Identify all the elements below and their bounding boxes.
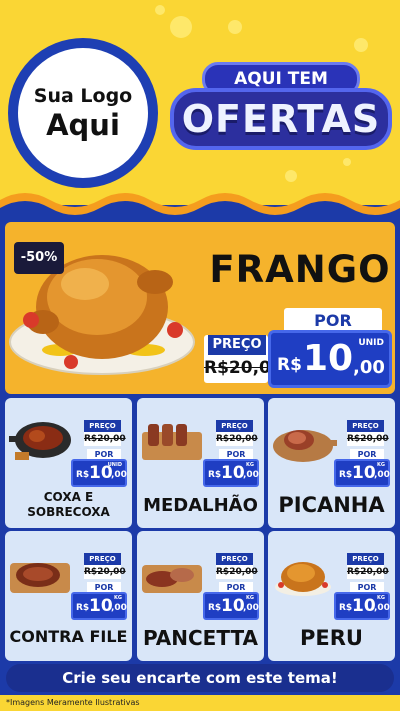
old-price: R$20,00 [216, 565, 258, 579]
badge-main-text: OFERTAS [181, 97, 381, 141]
price-integer: 10 [352, 463, 376, 483]
footnote-bar: *Imagens Meramente Ilustrativas [0, 695, 400, 711]
logo-placeholder: Sua Logo Aqui [8, 38, 158, 188]
hero-price-box: R$ 10 ,00 UNID [268, 330, 392, 388]
product-card: PREÇO R$20,00 POR R$ 10 ,00 KG PANCETTA [137, 531, 264, 661]
price-decimal: ,00 [243, 603, 259, 613]
hero-price-unit: UNID [358, 338, 384, 348]
old-price: R$20,00 [347, 565, 389, 579]
price-unit: KG [377, 595, 385, 601]
price-box: R$ 10 ,00 KG [203, 459, 259, 487]
bubble-decoration [155, 5, 165, 15]
price-box: R$ 10 ,00 KG [334, 592, 390, 620]
currency: R$ [208, 470, 222, 480]
old-price: R$20,00 [84, 565, 126, 579]
currency: R$ [339, 470, 353, 480]
preco-label: PREÇO [84, 553, 121, 565]
price-integer: 10 [221, 596, 245, 616]
price-decimal: ,00 [111, 603, 127, 613]
discount-tag: -50% [14, 242, 64, 274]
price-unit: KG [246, 595, 254, 601]
old-price: R$20,00 [84, 432, 126, 446]
price-decimal: ,00 [374, 470, 390, 480]
old-price: R$20,00 [347, 432, 389, 446]
flyer-page: Sua Logo Aqui AQUI TEM OFERTAS -50% FRAN… [0, 0, 400, 711]
price-decimal: ,00 [374, 603, 390, 613]
preco-label: PREÇO [216, 420, 253, 432]
price-integer: 10 [89, 596, 113, 616]
bubble-decoration [343, 158, 351, 166]
price-integer: 10 [221, 463, 245, 483]
price-unit: UNID [107, 462, 122, 468]
hero-currency: R$ [277, 355, 302, 375]
logo-text-line1: Sua Logo [33, 85, 133, 107]
product-card: PREÇO R$20,00 POR R$ 10 ,00 UNID COXA E … [5, 398, 132, 528]
medallion-skewers-icon [142, 424, 202, 460]
preco-label: PREÇO [347, 553, 384, 565]
bubble-decoration [170, 16, 192, 38]
chicken-thigh-pan-icon [9, 422, 71, 460]
hero-product-name: FRANGO [209, 248, 391, 291]
price-box: R$ 10 ,00 KG [71, 592, 127, 620]
price-decimal: ,00 [243, 470, 259, 480]
bubble-decoration [354, 38, 368, 52]
offers-badge: AQUI TEM OFERTAS [170, 62, 395, 157]
badge-main: OFERTAS [170, 88, 392, 150]
currency: R$ [339, 603, 353, 613]
price-box: R$ 10 ,00 KG [203, 592, 259, 620]
price-unit: KG [377, 462, 385, 468]
hero-preco-label: PREÇO [208, 335, 266, 355]
bubble-decoration [228, 20, 242, 34]
footnote-text: *Imagens Meramente Ilustrativas [6, 698, 140, 707]
preco-label: PREÇO [216, 553, 253, 565]
product-card: PREÇO R$20,00 POR R$ 10 ,00 KG MEDALHÃO [137, 398, 264, 528]
price-unit: KG [114, 595, 122, 601]
price-integer: 10 [352, 596, 376, 616]
hero-product: -50% FRANGO POR PREÇO R$20,00 R$ 10 ,00 … [5, 222, 395, 394]
price-box: R$ 10 ,00 KG [334, 459, 390, 487]
preco-label: PREÇO [84, 420, 121, 432]
product-card: PREÇO R$20,00 POR R$ 10 ,00 KG CONTRA FI… [5, 531, 132, 661]
logo-text-line2: Aqui [46, 108, 120, 142]
product-name: COXA E SOBRECOXA [27, 490, 110, 519]
product-card: PREÇO R$20,00 POR R$ 10 ,00 KG PERU [268, 531, 395, 661]
roast-turkey-icon [275, 562, 331, 596]
product-name: CONTRA FILE [9, 627, 128, 646]
product-name: MEDALHÃO [143, 495, 258, 516]
steak-board-icon [10, 563, 70, 593]
wave-divider [0, 193, 400, 222]
picanha-board-icon [273, 430, 337, 462]
product-card: PREÇO R$20,00 POR R$ 10 ,00 KG PICANHA [268, 398, 395, 528]
product-name: PICANHA [278, 493, 385, 517]
product-name: PERU [300, 626, 363, 650]
hero-price-integer: 10 [303, 338, 354, 379]
price-unit: KG [246, 462, 254, 468]
price-box: R$ 10 ,00 UNID [71, 459, 127, 487]
old-price: R$20,00 [216, 432, 258, 446]
currency: R$ [76, 470, 90, 480]
hero-old-price: R$20,00 [204, 358, 283, 378]
price-decimal: ,00 [111, 470, 127, 480]
preco-label: PREÇO [347, 420, 384, 432]
product-name: PANCETTA [142, 626, 259, 650]
cta-banner[interactable]: Crie seu encarte com este tema! [6, 664, 394, 692]
currency: R$ [76, 603, 90, 613]
hero-price-decimal: ,00 [353, 357, 385, 378]
pancetta-board-icon [142, 565, 202, 593]
currency: R$ [208, 603, 222, 613]
bubble-decoration [285, 170, 297, 182]
